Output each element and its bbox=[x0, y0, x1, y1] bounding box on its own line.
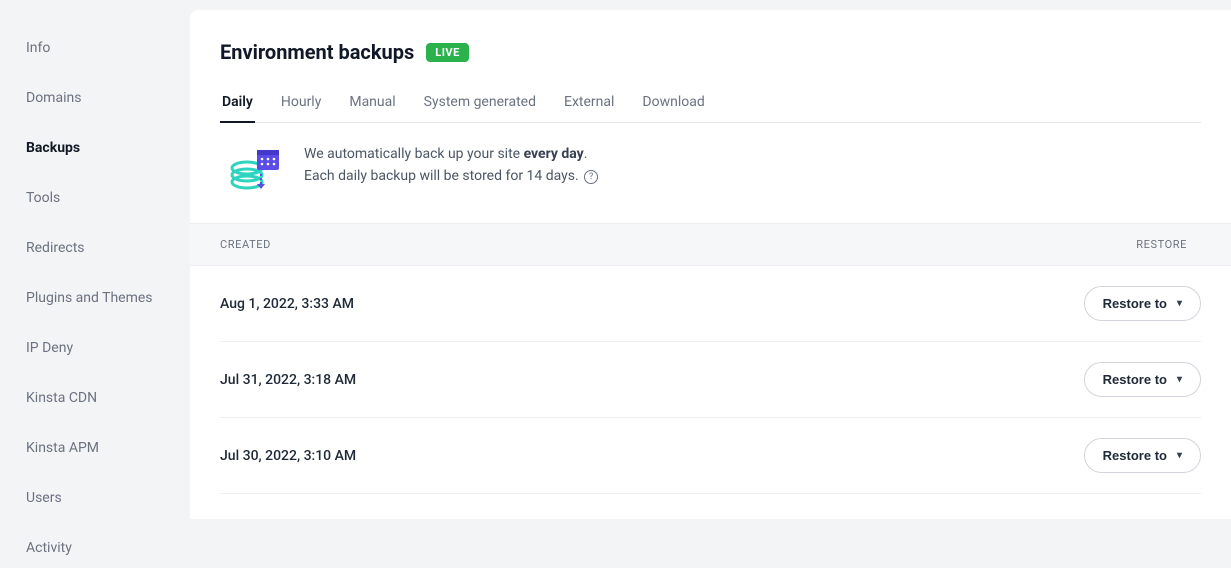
table-row: Jul 30, 2022, 3:10 AM Restore to ▾ bbox=[220, 418, 1201, 494]
tab-daily[interactable]: Daily bbox=[220, 86, 255, 122]
created-cell: Jul 30, 2022, 3:10 AM bbox=[220, 448, 356, 464]
restore-button[interactable]: Restore to ▾ bbox=[1084, 438, 1201, 473]
created-cell: Aug 1, 2022, 3:33 AM bbox=[220, 296, 354, 312]
info-line1-bold: every day bbox=[524, 146, 584, 162]
sidebar-item-redirects[interactable]: Redirects bbox=[0, 228, 190, 268]
col-restore: RESTORE bbox=[1136, 238, 1187, 251]
sidebar-item-backups[interactable]: Backups bbox=[0, 128, 190, 168]
info-line1-suffix: . bbox=[584, 146, 588, 162]
restore-button-label: Restore to bbox=[1103, 448, 1167, 463]
page-title: Environment backups bbox=[220, 40, 414, 64]
chevron-down-icon: ▾ bbox=[1177, 298, 1182, 309]
table-header: CREATED RESTORE bbox=[190, 223, 1231, 266]
table-row: Aug 1, 2022, 3:33 AM Restore to ▾ bbox=[220, 266, 1201, 342]
tabs: Daily Hourly Manual System generated Ext… bbox=[220, 86, 1201, 123]
tab-system-generated[interactable]: System generated bbox=[422, 86, 538, 122]
table-row: Jul 31, 2022, 3:18 AM Restore to ▾ bbox=[220, 342, 1201, 418]
main-panel: Environment backups LIVE Daily Hourly Ma… bbox=[190, 10, 1231, 519]
backup-calendar-icon bbox=[226, 143, 282, 195]
info-line1-prefix: We automatically back up your site bbox=[304, 146, 524, 162]
help-icon[interactable]: ? bbox=[584, 170, 598, 184]
tab-manual[interactable]: Manual bbox=[347, 86, 397, 122]
sidebar-item-users[interactable]: Users bbox=[0, 478, 190, 518]
sidebar: Info Domains Backups Tools Redirects Plu… bbox=[0, 0, 190, 519]
tab-download[interactable]: Download bbox=[640, 86, 706, 122]
sidebar-item-plugins-themes[interactable]: Plugins and Themes bbox=[0, 278, 190, 318]
restore-button[interactable]: Restore to ▾ bbox=[1084, 362, 1201, 397]
tab-external[interactable]: External bbox=[562, 86, 616, 122]
sidebar-item-kinsta-apm[interactable]: Kinsta APM bbox=[0, 428, 190, 468]
tab-hourly[interactable]: Hourly bbox=[279, 86, 323, 122]
sidebar-item-ip-deny[interactable]: IP Deny bbox=[0, 328, 190, 368]
sidebar-item-activity[interactable]: Activity bbox=[0, 528, 190, 568]
sidebar-item-tools[interactable]: Tools bbox=[0, 178, 190, 218]
chevron-down-icon: ▾ bbox=[1177, 374, 1182, 385]
restore-button[interactable]: Restore to ▾ bbox=[1084, 286, 1201, 321]
sidebar-item-info[interactable]: Info bbox=[0, 28, 190, 68]
info-line2: Each daily backup will be stored for 14 … bbox=[304, 168, 579, 184]
environment-badge: LIVE bbox=[426, 43, 469, 62]
chevron-down-icon: ▾ bbox=[1177, 450, 1182, 461]
created-cell: Jul 31, 2022, 3:18 AM bbox=[220, 372, 356, 388]
restore-button-label: Restore to bbox=[1103, 296, 1167, 311]
restore-button-label: Restore to bbox=[1103, 372, 1167, 387]
sidebar-item-domains[interactable]: Domains bbox=[0, 78, 190, 118]
page-header: Environment backups LIVE bbox=[220, 40, 1201, 64]
info-banner: We automatically back up your site every… bbox=[220, 123, 1201, 223]
sidebar-item-kinsta-cdn[interactable]: Kinsta CDN bbox=[0, 378, 190, 418]
info-text: We automatically back up your site every… bbox=[304, 143, 598, 195]
col-created: CREATED bbox=[220, 238, 271, 251]
